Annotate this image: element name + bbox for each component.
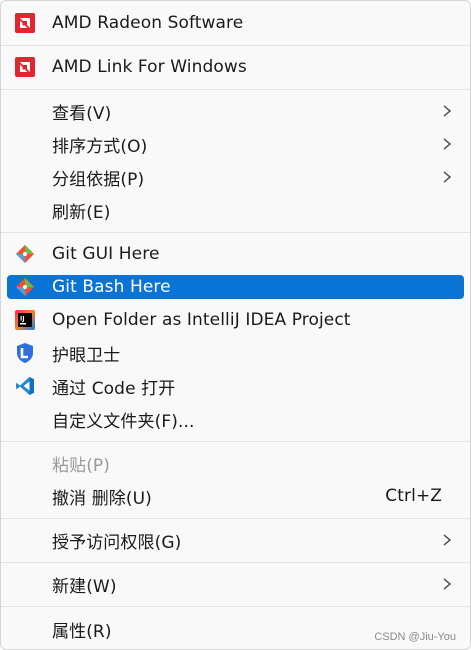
- menu-item-label: 刷新(E): [52, 202, 111, 223]
- chevron-right-icon: [443, 105, 452, 117]
- menu-item-label: AMD Link For Windows: [52, 57, 247, 77]
- menu-item-label: AMD Radeon Software: [52, 13, 244, 33]
- menu-item-undo-delete[interactable]: 撤消 删除(U) Ctrl+Z: [7, 484, 464, 509]
- menu-item-git-gui[interactable]: Git GUI Here: [7, 242, 464, 266]
- chevron-right-icon: [443, 534, 452, 546]
- watermark-text: CSDN @Jiu-You: [374, 631, 456, 643]
- menu-item-git-bash[interactable]: Git Bash Here: [7, 275, 464, 299]
- menu-item-label: 撤消 删除(U): [52, 488, 152, 509]
- context-menu: AMD Radeon Software AMD Link For Windows…: [0, 0, 471, 650]
- menu-item-amd-radeon-software[interactable]: AMD Radeon Software: [7, 11, 464, 35]
- menu-item-group-by[interactable]: 分组依据(P): [7, 165, 464, 190]
- menu-separator: [1, 441, 470, 442]
- menu-item-label: 护眼卫士: [52, 345, 121, 366]
- menu-separator: [1, 562, 470, 563]
- menu-item-label: 分组依据(P): [52, 169, 145, 190]
- vscode-icon: [14, 375, 36, 397]
- eye-guard-shield-icon: [14, 342, 36, 364]
- menu-item-refresh[interactable]: 刷新(E): [7, 198, 464, 223]
- menu-item-open-intellij[interactable]: IJ Open Folder as IntelliJ IDEA Project: [7, 308, 464, 332]
- menu-item-label: 排序方式(O): [52, 136, 148, 157]
- menu-item-label: 查看(V): [52, 103, 112, 124]
- menu-separator: [1, 89, 470, 90]
- menu-item-label: Open Folder as IntelliJ IDEA Project: [52, 310, 351, 330]
- menu-item-label: Git GUI Here: [52, 244, 160, 264]
- menu-item-label: Git Bash Here: [52, 277, 171, 297]
- menu-item-open-with-code[interactable]: 通过 Code 打开: [7, 374, 464, 399]
- intellij-idea-icon: IJ: [14, 309, 36, 331]
- menu-item-label: 新建(W): [52, 576, 117, 597]
- menu-item-view[interactable]: 查看(V): [7, 99, 464, 124]
- chevron-right-icon: [443, 171, 452, 183]
- menu-item-label: 自定义文件夹(F)...: [52, 411, 195, 432]
- menu-item-label: 粘贴(P): [52, 455, 111, 476]
- menu-item-customize-folder[interactable]: 自定义文件夹(F)...: [7, 407, 464, 432]
- git-gui-icon: [14, 243, 36, 265]
- amd-logo-icon: [14, 56, 36, 78]
- chevron-right-icon: [443, 138, 452, 150]
- svg-text:IJ: IJ: [20, 316, 25, 323]
- menu-item-give-access[interactable]: 授予访问权限(G): [7, 528, 464, 553]
- menu-separator: [1, 232, 470, 233]
- menu-item-paste: 粘贴(P): [7, 451, 464, 476]
- menu-item-amd-link[interactable]: AMD Link For Windows: [7, 55, 464, 79]
- menu-item-sort-by[interactable]: 排序方式(O): [7, 132, 464, 157]
- git-bash-icon: [14, 276, 36, 298]
- menu-separator: [1, 606, 470, 607]
- menu-item-new[interactable]: 新建(W): [7, 572, 464, 597]
- menu-item-label: 授予访问权限(G): [52, 532, 182, 553]
- menu-item-eye-guard[interactable]: 护眼卫士: [7, 341, 464, 366]
- menu-separator: [1, 518, 470, 519]
- chevron-right-icon: [443, 578, 452, 590]
- amd-logo-icon: [14, 12, 36, 34]
- menu-item-label: 通过 Code 打开: [52, 378, 176, 399]
- shortcut-label: Ctrl+Z: [385, 486, 442, 506]
- menu-separator: [1, 45, 470, 46]
